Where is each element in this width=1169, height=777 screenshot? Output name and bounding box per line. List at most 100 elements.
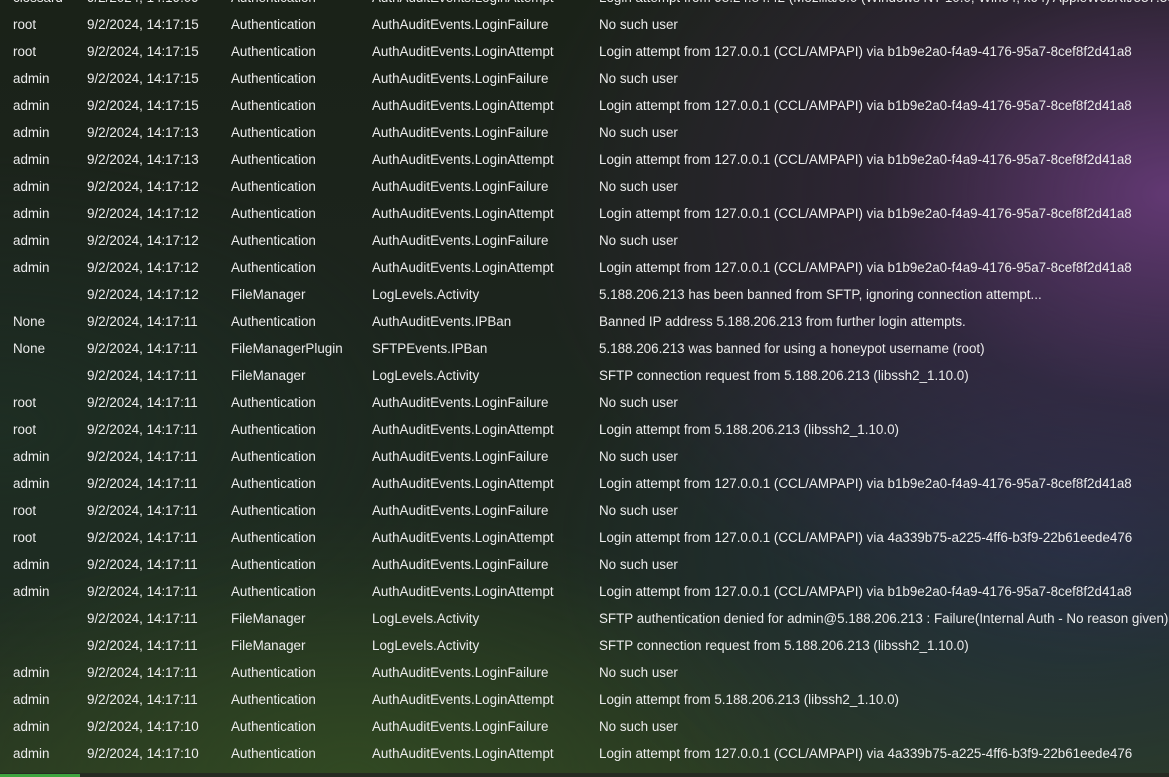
log-event-type-cell: AuthAuditEvents.LoginAttempt [372,476,554,491]
log-source-cell: Authentication [231,314,316,329]
log-event-type-cell: LogLevels.Activity [372,368,480,383]
log-time-cell: 9/2/2024, 14:17:11 [87,341,198,356]
log-message-cell: Login attempt from 127.0.0.1 (CCL/AMPAPI… [599,584,1132,599]
log-message-cell: No such user [599,71,678,86]
log-message-cell: Login attempt from 127.0.0.1 (CCL/AMPAPI… [599,530,1133,545]
log-user-cell: admin [13,719,50,734]
log-user-cell: admin [13,584,50,599]
log-message-cell: 5.188.206.213 has been banned from SFTP,… [599,287,1042,302]
log-user-cell: admin [13,125,50,140]
log-time-cell: 9/2/2024, 14:17:15 [87,17,199,32]
log-event-type-cell: AuthAuditEvents.LoginAttempt [372,692,554,707]
log-user-cell: admin [13,71,50,86]
log-time-cell: 9/2/2024, 14:17:11 [87,665,198,680]
log-time-cell: 9/2/2024, 14:19:09 [87,0,227,11]
log-event-type-cell: AuthAuditEvents.LoginFailure [372,719,549,734]
log-message-cell: 5.188.206.213 was banned for using a hon… [599,341,985,356]
log-row[interactable]: admin 9/2/2024, 14:17:11 Authentication Aut… [0,443,1169,470]
log-user-cell: admin [13,206,50,221]
log-event-type-cell: AuthAuditEvents.LoginFailure [372,233,549,248]
log-event-type-cell: LogLevels.Activity [372,611,480,626]
log-row[interactable]: admin 9/2/2024, 14:17:11 Authentication Aut… [0,659,1169,686]
log-row[interactable]: clossard 9/2/2024, 14:19:09 Authentication… [0,0,1169,11]
log-event-type-cell: AuthAuditEvents.LoginAttempt [372,44,554,59]
log-user-cell: admin [13,692,50,707]
log-message-cell: Login attempt from 5.188.206.213 (libssh… [599,422,899,437]
log-user-cell: admin [13,233,50,248]
log-event-type-cell: AuthAuditEvents.LoginFailure [372,125,549,140]
log-time-cell: 9/2/2024, 14:17:11 [87,449,198,464]
log-source-cell: Authentication [231,476,316,491]
log-user-cell: root [13,17,37,32]
log-message-cell: No such user [599,719,678,734]
log-source-cell: Authentication [231,125,316,140]
log-row[interactable]: None 9/2/2024, 14:17:11 FileManagerPlugin S… [0,335,1169,362]
log-row[interactable]: root 9/2/2024, 14:17:11 Authentication Auth… [0,497,1169,524]
log-row[interactable]: root 9/2/2024, 14:17:15 Authentication Auth… [0,11,1169,38]
log-row[interactable]: admin 9/2/2024, 14:17:11 Authentication Aut… [0,470,1169,497]
log-message-cell: SFTP connection request from 5.188.206.2… [599,368,969,383]
log-time-cell: 9/2/2024, 14:17:12 [87,179,199,194]
log-message-cell: Login attempt from 127.0.0.1 (CCL/AMPAPI… [599,98,1132,113]
log-row[interactable]: root 9/2/2024, 14:17:11 Authentication Auth… [0,389,1169,416]
log-row[interactable]: admin 9/2/2024, 14:17:10 Authentication Aut… [0,740,1169,767]
log-user-cell: admin [13,557,50,572]
log-message-cell: No such user [599,125,678,140]
log-source-cell: FileManagerPlugin [231,341,343,356]
log-event-type-cell: SFTPEvents.IPBan [372,341,488,356]
log-time-cell: 9/2/2024, 14:17:12 [87,260,199,275]
log-time-cell: 9/2/2024, 14:17:11 [87,638,198,653]
log-row[interactable]: None 9/2/2024, 14:17:11 Authentication Auth… [0,308,1169,335]
log-message-cell: No such user [599,395,678,410]
log-row[interactable]: 9/2/2024, 14:17:12 FileManager LogLevels.A… [0,281,1169,308]
log-time-cell: 9/2/2024, 14:17:11 [87,692,198,707]
log-row[interactable]: admin 9/2/2024, 14:17:13 Authentication Aut… [0,146,1169,173]
log-source-cell: FileManager [231,368,306,383]
log-row[interactable]: admin 9/2/2024, 14:17:10 Authentication Aut… [0,713,1169,740]
log-user-cell: admin [13,179,50,194]
log-row[interactable]: root 9/2/2024, 14:17:11 Authentication Auth… [0,416,1169,443]
log-row[interactable]: admin 9/2/2024, 14:17:11 Authentication Aut… [0,551,1169,578]
log-row[interactable]: admin 9/2/2024, 14:17:12 Authentication Aut… [0,227,1169,254]
log-row[interactable]: root 9/2/2024, 14:17:11 Authentication Auth… [0,524,1169,551]
log-event-type-cell: AuthAuditEvents.LoginAttempt [372,746,554,761]
log-row[interactable]: admin 9/2/2024, 14:17:15 Authentication Aut… [0,92,1169,119]
log-row[interactable]: root 9/2/2024, 14:17:15 Authentication Auth… [0,38,1169,65]
log-row[interactable]: 9/2/2024, 14:17:11 FileManager LogLevels.A… [0,605,1169,632]
log-row[interactable]: 9/2/2024, 14:17:11 FileManager LogLevels.A… [0,362,1169,389]
log-source-cell: Authentication [231,395,316,410]
log-user-cell: admin [13,449,50,464]
log-event-type-cell: LogLevels.Activity [372,287,480,302]
log-time-cell: 9/2/2024, 14:17:12 [87,233,199,248]
log-time-cell: 9/2/2024, 14:17:11 [87,530,198,545]
log-message-cell: No such user [599,17,678,32]
log-source-cell: Authentication [231,233,316,248]
log-user-cell: root [13,422,37,437]
audit-log-table: clossard 9/2/2024, 14:19:09 Authentication… [0,0,1169,767]
log-row[interactable]: admin 9/2/2024, 14:17:15 Authentication Aut… [0,65,1169,92]
log-time-cell: 9/2/2024, 14:17:11 [87,611,198,626]
log-row[interactable]: 9/2/2024, 14:17:11 FileManager LogLevels.A… [0,632,1169,659]
log-row[interactable]: admin 9/2/2024, 14:17:13 Authentication Aut… [0,119,1169,146]
log-user-cell: admin [13,476,50,491]
bottom-scroll-track[interactable] [0,773,1169,777]
log-user-cell: None [13,314,46,329]
log-source-cell: Authentication [231,719,316,734]
log-time-cell: 9/2/2024, 14:17:11 [87,476,198,491]
log-row[interactable]: admin 9/2/2024, 14:17:11 Authentication Aut… [0,578,1169,605]
log-user-cell: clossard [13,0,83,11]
log-event-type-cell: AuthAuditEvents.LoginAttempt [372,260,554,275]
log-row[interactable]: admin 9/2/2024, 14:17:12 Authentication Aut… [0,254,1169,281]
log-user-cell: admin [13,665,50,680]
log-row[interactable]: admin 9/2/2024, 14:17:11 Authentication Aut… [0,686,1169,713]
log-message-cell: No such user [599,557,678,572]
log-event-type-cell: LogLevels.Activity [372,638,480,653]
log-message-cell: No such user [599,233,678,248]
log-source-cell: Authentication [231,503,316,518]
log-source-cell: Authentication [231,206,316,221]
log-message-cell: No such user [599,179,678,194]
log-event-type-cell: AuthAuditEvents.LoginAttempt [372,530,554,545]
log-time-cell: 9/2/2024, 14:17:10 [87,746,199,761]
log-row[interactable]: admin 9/2/2024, 14:17:12 Authentication Aut… [0,200,1169,227]
log-row[interactable]: admin 9/2/2024, 14:17:12 Authentication Aut… [0,173,1169,200]
